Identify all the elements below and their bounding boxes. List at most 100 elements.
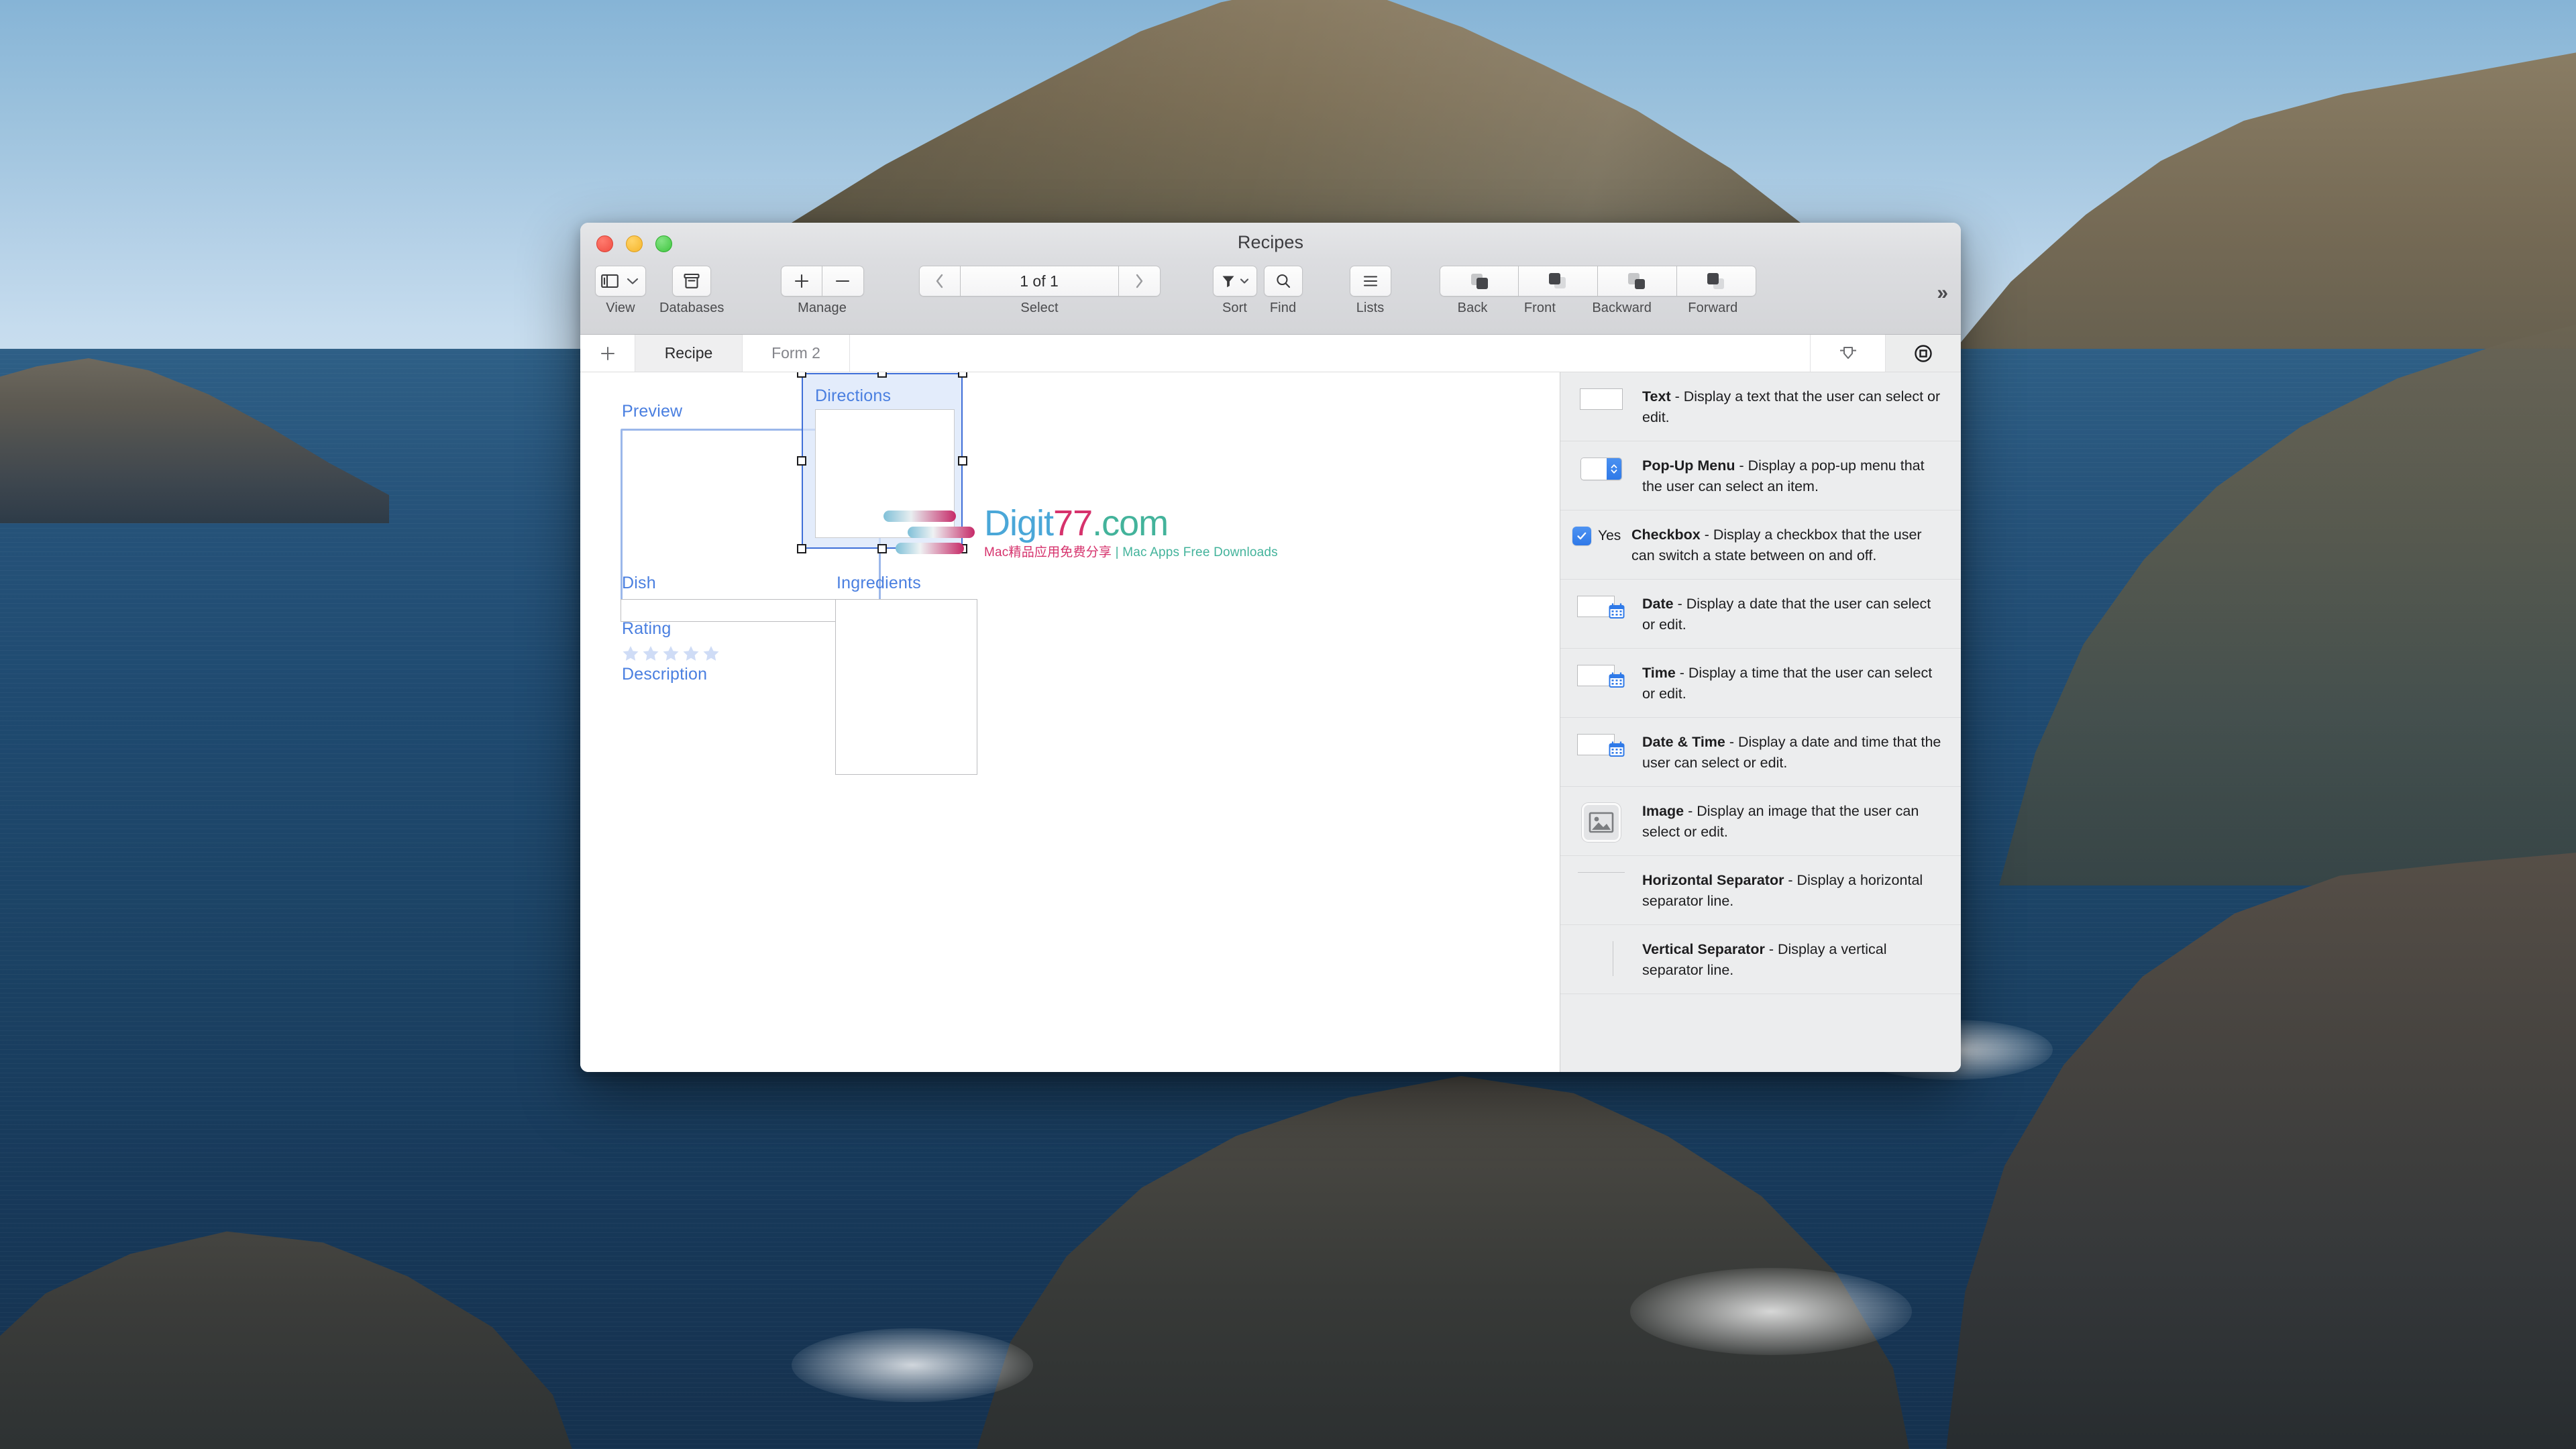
star-icon[interactable] — [682, 645, 700, 662]
toolbar-label-lists: Lists — [1356, 301, 1385, 315]
resize-handle-n[interactable] — [877, 372, 887, 378]
resize-handle-e[interactable] — [958, 456, 967, 466]
calendar-icon — [1609, 672, 1625, 688]
databases-button[interactable] — [672, 266, 712, 297]
main-toolbar: View Databases Manage 1 of 1 Select Sort… — [580, 260, 1961, 335]
panel-item-name: Time — [1642, 665, 1676, 682]
tab-recipe[interactable]: Recipe — [635, 335, 743, 372]
previous-record-button[interactable] — [918, 266, 961, 297]
record-counter[interactable]: 1 of 1 — [960, 266, 1119, 297]
toolbar-group-databases: Databases — [659, 266, 724, 316]
toolbar-label-manage: Manage — [798, 301, 847, 315]
toolbar-label-forward: Forward — [1688, 301, 1738, 315]
image-placeholder-icon — [1572, 800, 1630, 843]
resize-handle-s[interactable] — [877, 544, 887, 553]
panel-item-description: Checkbox - Display a checkbox that the u… — [1631, 524, 1946, 566]
field-label-description: Description — [622, 665, 708, 684]
send-to-back-icon — [1470, 274, 1488, 289]
send-to-back-button[interactable] — [1439, 266, 1519, 297]
panel-item-name: Image — [1642, 803, 1684, 820]
toolbar-label-back: Back — [1457, 301, 1488, 315]
app-window: Recipes View Databases Manage 1 of 1 Sel… — [580, 223, 1961, 1072]
toolbar-label-databases: Databases — [659, 301, 724, 315]
resize-handle-nw[interactable] — [797, 372, 806, 378]
star-icon[interactable] — [662, 645, 680, 662]
watermark-text: Digit77.com Mac精品应用免费分享 | Mac Apps Free … — [984, 505, 1278, 559]
star-icon[interactable] — [622, 645, 639, 662]
date-field-icon — [1572, 593, 1630, 619]
inspector-toggle-button[interactable] — [1886, 335, 1961, 372]
star-icon[interactable] — [702, 645, 720, 662]
toolbar-group-sort: Sort — [1212, 266, 1257, 316]
view-button[interactable] — [595, 266, 646, 297]
panel-item-time[interactable]: Time - Display a time that the user can … — [1560, 649, 1961, 718]
bring-forward-button[interactable] — [1676, 266, 1756, 297]
chevron-down-icon — [1240, 278, 1248, 284]
add-record-button[interactable] — [780, 266, 822, 297]
bring-to-front-icon — [1549, 273, 1566, 288]
sidebar-toggle-icon — [601, 274, 619, 288]
rating-stars[interactable] — [622, 645, 720, 662]
next-record-button[interactable] — [1118, 266, 1161, 297]
panel-item-name: Pop-Up Menu — [1642, 458, 1735, 474]
resize-handle-w[interactable] — [797, 456, 806, 466]
panel-item-description: Date & Time - Display a date and time th… — [1642, 731, 1946, 773]
watermark-tld: .com — [1092, 503, 1169, 543]
filter-icon — [1222, 276, 1234, 288]
panel-item-text[interactable]: Text - Display a text that the user can … — [1560, 372, 1961, 442]
panel-item-popup-menu[interactable]: Pop-Up Menu - Display a pop-up menu that… — [1560, 441, 1961, 511]
inspector-icon — [1914, 344, 1932, 362]
bring-forward-icon — [1707, 273, 1725, 289]
window-body: Preview Directions Dish Ingredients Rati… — [580, 372, 1961, 1072]
tab-form-2[interactable]: Form 2 — [743, 335, 850, 372]
panel-item-name: Text — [1642, 388, 1671, 405]
watermark-number: 77 — [1053, 503, 1093, 543]
toolbar-label-backward: Backward — [1592, 301, 1652, 315]
toolbar-label-find: Find — [1269, 301, 1297, 315]
panel-item-name: Vertical Separator — [1642, 941, 1765, 958]
picture-icon — [1589, 812, 1614, 833]
panel-item-date-time[interactable]: Date & Time - Display a date and time th… — [1560, 718, 1961, 788]
bring-to-front-button[interactable] — [1518, 266, 1598, 297]
directions-text-area[interactable] — [815, 409, 955, 538]
resize-handle-ne[interactable] — [958, 372, 967, 378]
panel-item-vertical-separator[interactable]: Vertical Separator - Display a vertical … — [1560, 925, 1961, 995]
panel-item-name: Horizontal Separator — [1642, 872, 1784, 889]
find-button[interactable] — [1263, 266, 1303, 297]
star-icon[interactable] — [642, 645, 659, 662]
panel-item-name: Checkbox — [1631, 527, 1701, 543]
panel-item-checkbox[interactable]: Yes Checkbox - Display a checkbox that t… — [1560, 511, 1961, 580]
insert-field-button[interactable] — [1811, 335, 1886, 372]
sea-foam — [792, 1328, 1033, 1402]
remove-record-button[interactable] — [822, 266, 864, 297]
resize-handle-se[interactable] — [958, 544, 967, 553]
form-tab-bar: Recipe Form 2 — [580, 335, 1961, 372]
toolbar-overflow-button[interactable]: » — [1937, 282, 1948, 305]
panel-item-date[interactable]: Date - Display a date that the user can … — [1560, 580, 1961, 649]
list-lines-icon — [1363, 276, 1377, 286]
chevron-down-icon — [627, 278, 639, 284]
panel-item-horizontal-separator[interactable]: Horizontal Separator - Display a horizon… — [1560, 856, 1961, 926]
ingredients-text-area[interactable] — [835, 599, 977, 775]
horizontal-separator-icon — [1572, 869, 1630, 873]
resize-handle-sw[interactable] — [797, 544, 806, 553]
panel-item-image[interactable]: Image - Display an image that the user c… — [1560, 787, 1961, 857]
add-form-tab-button[interactable] — [580, 335, 635, 372]
panel-item-description: Pop-Up Menu - Display a pop-up menu that… — [1642, 455, 1946, 496]
lists-button[interactable] — [1349, 266, 1391, 297]
sort-button[interactable] — [1212, 266, 1257, 297]
directions-selection[interactable]: Directions — [802, 373, 963, 549]
insert-field-icon — [1839, 346, 1856, 359]
toolbar-group-find: Find — [1263, 266, 1303, 316]
database-archive-icon — [684, 273, 700, 288]
calendar-icon — [1609, 741, 1625, 757]
form-design-canvas[interactable]: Preview Directions Dish Ingredients Rati… — [580, 372, 1560, 1072]
field-label-ingredients: Ingredients — [837, 574, 921, 592]
chevron-right-icon — [1136, 274, 1143, 288]
vertical-separator-icon — [1572, 938, 1630, 977]
field-label-dish: Dish — [622, 574, 656, 592]
toolbar-group-view: View — [595, 266, 646, 316]
elements-inspector-panel[interactable]: Text - Display a text that the user can … — [1560, 372, 1961, 1072]
send-backward-button[interactable] — [1597, 266, 1677, 297]
checkbox-icon: Yes — [1572, 524, 1630, 546]
